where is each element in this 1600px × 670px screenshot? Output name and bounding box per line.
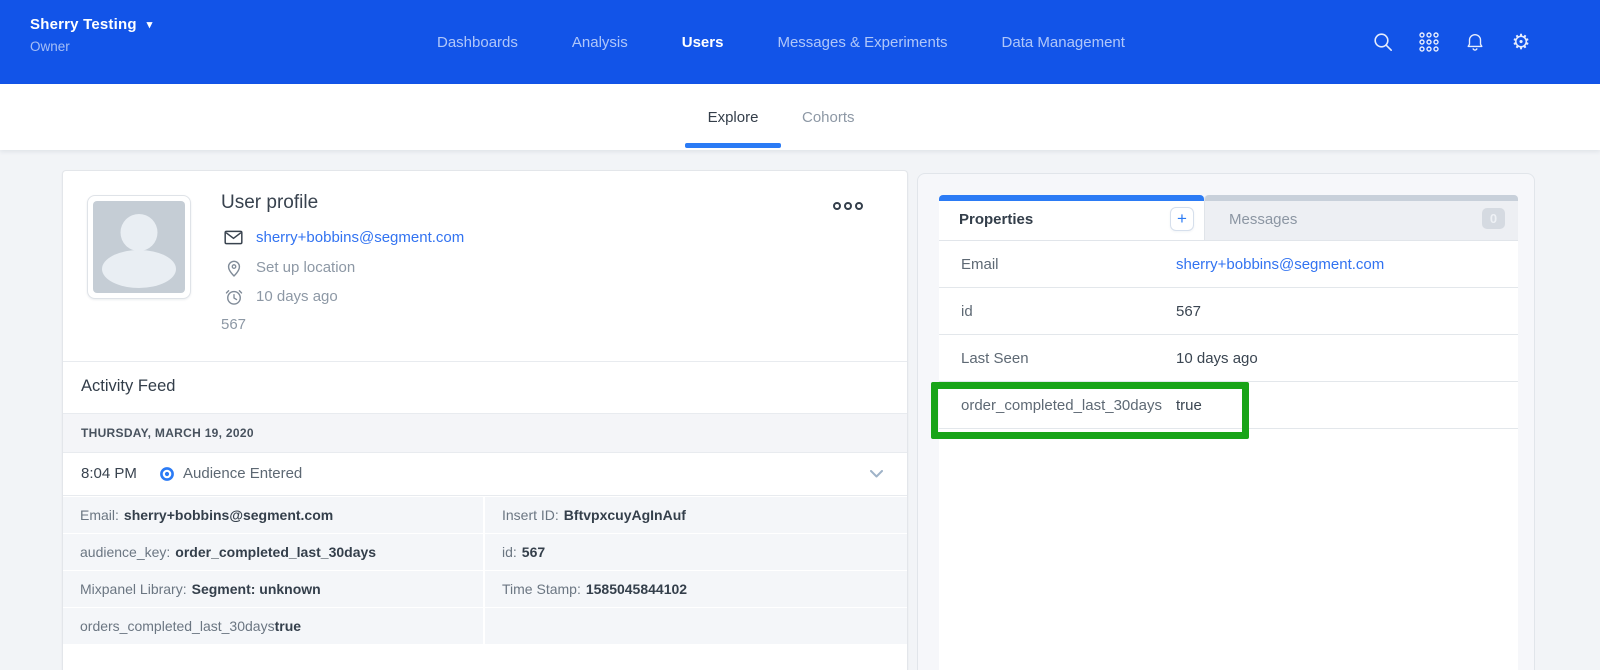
detail-value: 1585045844102 [586, 581, 687, 597]
table-row-highlighted: order_completed_last_30days true [939, 382, 1518, 429]
apps-grid-icon[interactable] [1418, 31, 1440, 53]
secondary-tabbar: Explore Cohorts [0, 84, 1600, 150]
detail-label: orders_completed_last_30days [80, 618, 275, 634]
detail-label: audience_key: [80, 544, 170, 560]
activity-event-row[interactable]: 8:04 PM Audience Entered [63, 453, 907, 496]
project-name: Sherry Testing [30, 16, 137, 33]
tab-cohorts[interactable]: Cohorts [802, 109, 855, 126]
detail-label: Insert ID: [502, 507, 559, 523]
property-value: true [1176, 382, 1202, 429]
profile-location-placeholder[interactable]: Set up location [256, 259, 355, 276]
table-row: Mixpanel Library: Segment: unknown Time S… [63, 571, 907, 607]
table-row: audience_key: order_completed_last_30days… [63, 534, 907, 570]
table-row: orders_completed_last_30daystrue [63, 608, 907, 644]
table-row: id 567 [939, 288, 1518, 335]
location-pin-icon [223, 257, 244, 278]
chevron-down-icon[interactable] [870, 470, 883, 478]
detail-label: Time Stamp: [502, 581, 581, 597]
app-viewport: Sherry Testing ▾ Owner Dashboards Analys… [0, 0, 1600, 670]
envelope-icon [223, 227, 244, 248]
event-details-table: Email: sherry+bobbins@segment.com Insert … [63, 497, 907, 645]
nav-item-dashboards[interactable]: Dashboards [437, 34, 518, 51]
activity-feed-title: Activity Feed [81, 377, 175, 396]
divider [63, 361, 907, 362]
event-time: 8:04 PM [81, 465, 137, 482]
navbar-actions: ⚙ [1372, 0, 1532, 84]
tab-explore[interactable]: Explore [685, 109, 781, 126]
table-row: Email: sherry+bobbins@segment.com Insert … [63, 497, 907, 533]
alarm-clock-icon [223, 286, 244, 307]
property-label: Last Seen [961, 335, 1029, 382]
property-label: id [961, 288, 973, 335]
nav-item-users[interactable]: Users [682, 34, 724, 51]
detail-value: sherry+bobbins@segment.com [124, 507, 333, 523]
nav-item-data-management[interactable]: Data Management [1002, 34, 1125, 51]
property-value-email-link[interactable]: sherry+bobbins@segment.com [1176, 241, 1384, 288]
property-label: Email [961, 241, 999, 288]
nav-item-analysis[interactable]: Analysis [572, 34, 628, 51]
table-row: Email sherry+bobbins@segment.com [939, 241, 1518, 288]
activity-date-header: THURSDAY, MARCH 19, 2020 [63, 413, 907, 453]
notifications-bell-icon[interactable] [1464, 31, 1486, 53]
detail-label: Mixpanel Library: [80, 581, 187, 597]
settings-gear-icon[interactable]: ⚙ [1510, 31, 1532, 53]
detail-label: id: [502, 544, 517, 560]
event-name: Audience Entered [183, 465, 302, 482]
profile-last-seen: 10 days ago [256, 288, 338, 305]
messages-count-badge: 0 [1482, 208, 1505, 229]
active-tab-indicator [685, 143, 781, 148]
tab-properties[interactable]: Properties + [939, 195, 1204, 240]
detail-value: 567 [522, 544, 545, 560]
detail-value: true [275, 618, 301, 634]
profile-user-id: 567 [221, 316, 246, 333]
tab-properties-label: Properties [959, 211, 1033, 228]
search-icon[interactable] [1372, 31, 1394, 53]
detail-value: Segment: unknown [192, 581, 321, 597]
profile-email-link[interactable]: sherry+bobbins@segment.com [256, 229, 464, 246]
add-property-button[interactable]: + [1170, 207, 1194, 231]
tab-messages[interactable]: Messages 0 [1204, 195, 1518, 240]
detail-value: BftvpxcuyAgInAuf [564, 507, 686, 523]
detail-value: order_completed_last_30days [175, 544, 376, 560]
top-navbar: Sherry Testing ▾ Owner Dashboards Analys… [0, 0, 1600, 84]
detail-label: Email: [80, 507, 119, 523]
chevron-down-icon: ▾ [147, 18, 153, 31]
property-value: 567 [1176, 288, 1201, 335]
user-profile-card: User profile sherry+bobbins@segment.com … [62, 170, 908, 670]
project-switcher[interactable]: Sherry Testing ▾ Owner [30, 16, 152, 54]
project-role: Owner [30, 39, 152, 54]
avatar [87, 195, 191, 299]
profile-title: User profile [221, 192, 318, 214]
properties-tab-strip: Properties + Messages 0 [939, 195, 1518, 241]
table-row: Last Seen 10 days ago [939, 335, 1518, 382]
properties-table: Email sherry+bobbins@segment.com id 567 … [939, 241, 1518, 670]
nav-item-messages-experiments[interactable]: Messages & Experiments [777, 34, 947, 51]
ellipsis-menu-icon[interactable] [833, 202, 863, 210]
primary-nav: Dashboards Analysis Users Messages & Exp… [437, 0, 1125, 84]
event-dot-icon [159, 466, 175, 482]
property-value: 10 days ago [1176, 335, 1258, 382]
properties-panel: Properties + Messages 0 Email sherry+bob… [917, 173, 1535, 670]
property-label: order_completed_last_30days [961, 382, 1162, 429]
tab-messages-label: Messages [1229, 211, 1297, 228]
